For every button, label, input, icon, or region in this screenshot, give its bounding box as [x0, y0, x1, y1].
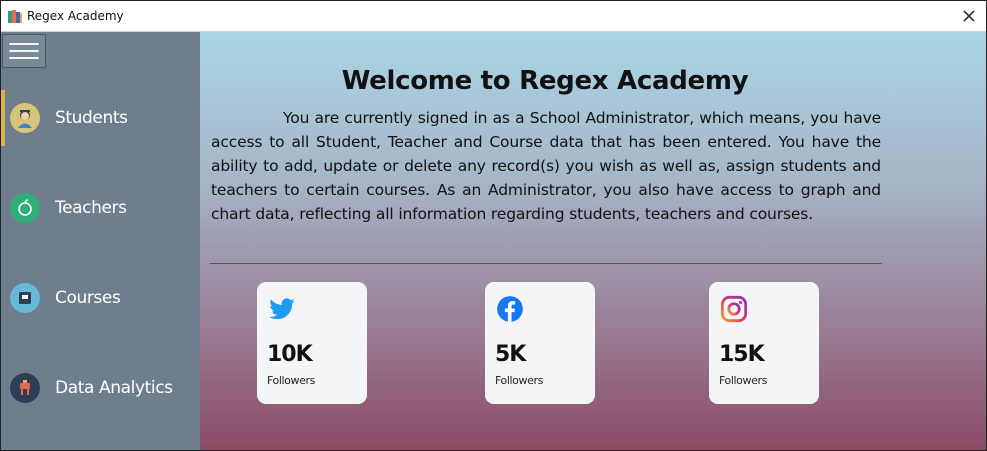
twitter-follower-count: 10K	[267, 342, 313, 367]
instagram-icon	[720, 295, 748, 323]
followers-label: Followers	[267, 374, 315, 387]
hamburger-menu-icon[interactable]	[2, 34, 46, 68]
books-icon	[8, 10, 22, 23]
facebook-follower-count: 5K	[495, 342, 526, 367]
sidebar: Students Teachers Courses Data Analytics	[1, 32, 200, 450]
followers-label: Followers	[719, 374, 767, 387]
close-button[interactable]	[958, 5, 980, 27]
sidebar-item-label: Data Analytics	[55, 378, 173, 398]
sidebar-item-courses[interactable]: Courses	[1, 270, 200, 326]
sidebar-item-label: Courses	[55, 288, 121, 308]
student-icon	[10, 103, 40, 133]
sidebar-item-data-analytics[interactable]: Data Analytics	[1, 360, 200, 416]
facebook-card: 5K Followers	[485, 282, 595, 404]
sidebar-item-label: Teachers	[55, 198, 127, 218]
main-content: Welcome to Regex Academy You are current…	[200, 32, 986, 450]
apple-icon	[10, 193, 40, 223]
sidebar-item-students[interactable]: Students	[1, 90, 200, 146]
instagram-follower-count: 15K	[719, 342, 765, 367]
book-icon	[10, 283, 40, 313]
twitter-card: 10K Followers	[257, 282, 367, 404]
divider	[210, 263, 882, 264]
close-icon	[963, 10, 975, 22]
instagram-card: 15K Followers	[709, 282, 819, 404]
welcome-description: You are currently signed in as a School …	[211, 109, 881, 223]
twitter-icon	[269, 298, 295, 320]
facebook-icon	[497, 296, 523, 322]
title-bar: Regex Academy	[1, 1, 986, 32]
page-title: Welcome to Regex Academy	[341, 66, 749, 96]
sidebar-item-teachers[interactable]: Teachers	[1, 180, 200, 236]
app-window: Regex Academy Students Teachers Courses …	[0, 0, 987, 451]
window-title: Regex Academy	[27, 9, 124, 23]
sidebar-item-label: Students	[55, 108, 128, 128]
chart-icon	[10, 373, 40, 403]
followers-label: Followers	[495, 374, 543, 387]
